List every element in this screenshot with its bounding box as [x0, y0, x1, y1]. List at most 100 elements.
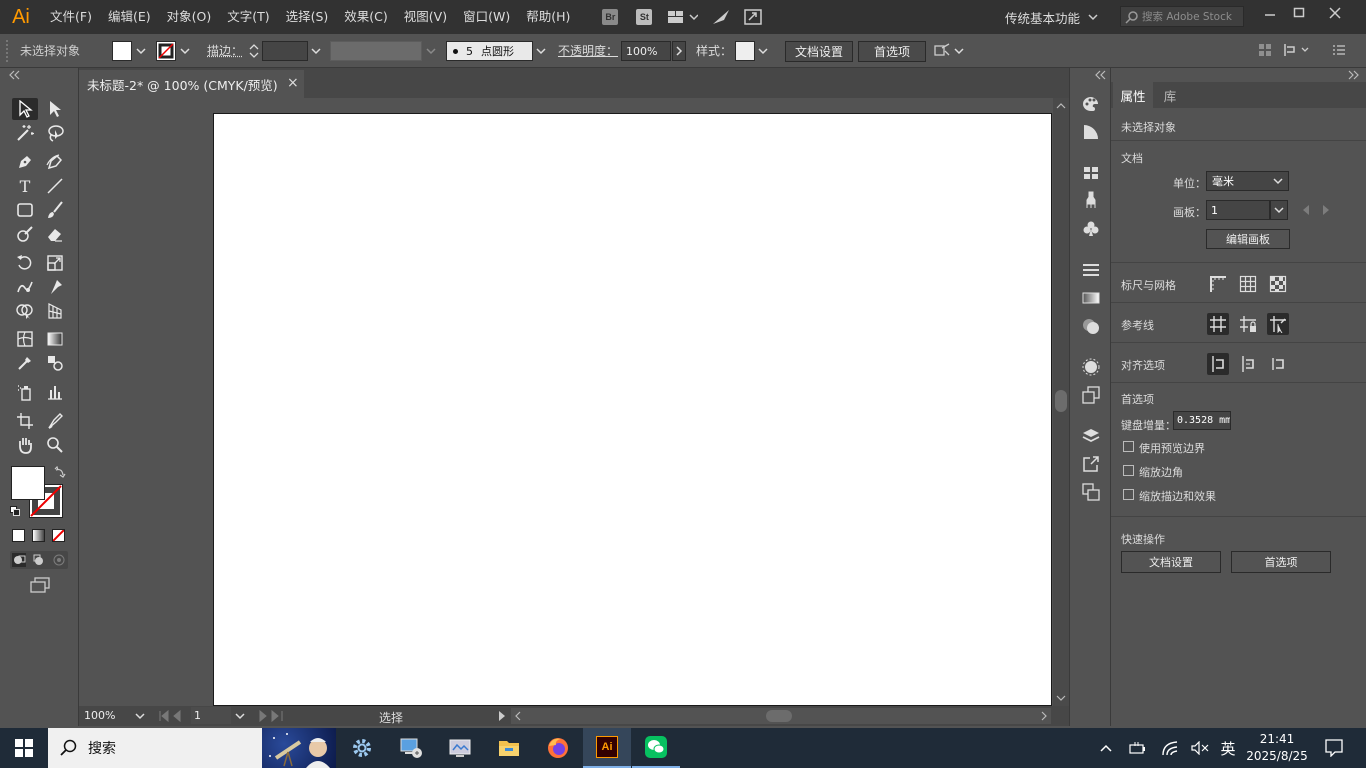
snap-to-pixel-icon[interactable]	[1237, 353, 1259, 375]
menu-file[interactable]: 文件(F)	[42, 0, 100, 34]
none-mode-icon[interactable]	[52, 529, 65, 542]
align-options-icon[interactable]	[1283, 43, 1309, 57]
menu-effect[interactable]: 效果(C)	[336, 0, 395, 34]
control-panel-app-icon[interactable]	[387, 728, 435, 768]
horizontal-scrollbar[interactable]	[511, 708, 1051, 724]
brush-definition[interactable]: 5 点圆形	[446, 41, 533, 61]
zoom-field[interactable]: 100%	[81, 707, 133, 724]
snap-to-point-icon[interactable]	[1207, 353, 1229, 375]
preferences-button[interactable]: 首选项	[858, 41, 926, 62]
stroke-weight-field[interactable]	[262, 41, 308, 61]
paintbrush-tool-icon[interactable]	[42, 199, 68, 221]
color-panel-icon[interactable]	[1081, 94, 1101, 114]
panel-menu-icon[interactable]	[1332, 43, 1346, 57]
lock-guides-icon[interactable]	[1237, 313, 1259, 335]
swatches-panel-icon[interactable]	[1081, 163, 1101, 183]
curvature-tool-icon[interactable]	[42, 151, 68, 173]
menu-edit[interactable]: 编辑(E)	[100, 0, 159, 34]
blend-tool-icon[interactable]	[42, 352, 68, 374]
previous-artboard-icon[interactable]	[1302, 205, 1310, 215]
warp-tool-icon[interactable]	[12, 276, 38, 298]
menu-object[interactable]: 对象(O)	[159, 0, 220, 34]
scale-corners-checkbox[interactable]	[1123, 465, 1134, 476]
taskbar-search-box[interactable]: 搜索	[48, 728, 336, 768]
artboard[interactable]	[213, 113, 1052, 706]
fill-color-front[interactable]	[11, 466, 45, 500]
draw-behind-icon[interactable]	[32, 553, 46, 567]
fill-swatch[interactable]	[112, 41, 132, 61]
pen-tool-icon[interactable]	[12, 151, 38, 173]
menu-view[interactable]: 视图(V)	[396, 0, 455, 34]
stroke-dropdown[interactable]	[178, 41, 192, 61]
wechat-app-icon[interactable]	[632, 728, 680, 768]
artboard-select[interactable]: 1	[1206, 200, 1270, 220]
opacity-label[interactable]: 不透明度：	[558, 42, 618, 59]
transparency-grid-icon[interactable]	[1267, 273, 1289, 295]
rotate-tool-icon[interactable]	[12, 252, 38, 274]
transparency-panel-icon[interactable]	[1081, 316, 1101, 336]
horizontal-scroll-thumb[interactable]	[766, 710, 792, 722]
artboard-number-field[interactable]: 1	[191, 707, 231, 724]
menu-select[interactable]: 选择(S)	[278, 0, 337, 34]
variable-width-dropdown[interactable]	[424, 41, 438, 61]
use-preview-bounds-checkbox[interactable]	[1123, 441, 1134, 452]
color-mode-icon[interactable]	[12, 529, 25, 542]
notifications-icon[interactable]	[1318, 728, 1350, 768]
artboards-panel-icon[interactable]	[1081, 482, 1101, 502]
zoom-tool-icon[interactable]	[42, 434, 68, 456]
input-method-indicator[interactable]: 英	[1216, 728, 1240, 768]
swap-colors-icon[interactable]	[54, 466, 66, 478]
stroke-panel-icon[interactable]	[1081, 260, 1101, 280]
collapse-dock-icon[interactable]	[1094, 70, 1108, 80]
volume-muted-icon[interactable]	[1188, 728, 1212, 768]
appearance-panel-icon[interactable]	[1081, 357, 1101, 377]
document-setup-button[interactable]: 文档设置	[785, 41, 853, 62]
stroke-weight-stepper[interactable]	[248, 41, 260, 61]
graphic-styles-icon[interactable]	[1081, 385, 1101, 405]
arrange-icon[interactable]	[934, 42, 968, 60]
file-explorer-app-icon[interactable]	[485, 728, 533, 768]
brush-dropdown[interactable]	[534, 41, 548, 61]
grid-toggle-icon[interactable]	[1237, 273, 1259, 295]
draw-inside-icon[interactable]	[52, 553, 66, 567]
menu-window[interactable]: 窗口(W)	[455, 0, 518, 34]
collapse-toolbar-icon[interactable]	[8, 70, 22, 80]
column-graph-tool-icon[interactable]	[42, 381, 68, 403]
type-tool-icon[interactable]: T	[12, 175, 38, 197]
screen-mode-icon[interactable]	[29, 576, 51, 594]
artboard-dropdown[interactable]	[1270, 200, 1288, 220]
scroll-up-icon[interactable]	[1053, 100, 1069, 112]
artboard-tool-icon[interactable]	[12, 410, 38, 432]
arrange-documents-icon[interactable]	[668, 0, 699, 34]
start-button[interactable]	[0, 728, 48, 768]
next-artboard-icon[interactable]	[1322, 205, 1330, 215]
fill-dropdown[interactable]	[134, 41, 148, 61]
units-select[interactable]: 毫米	[1206, 171, 1289, 191]
eraser-tool-icon[interactable]	[42, 223, 68, 245]
keyboard-increment-field[interactable]: 0.3528 mm	[1173, 411, 1231, 430]
stroke-weight-dropdown[interactable]	[309, 41, 323, 61]
opacity-arrow-button[interactable]	[672, 41, 686, 61]
default-colors-icon[interactable]	[10, 506, 20, 516]
bridge-icon[interactable]: Br	[602, 0, 619, 34]
shape-builder-tool-icon[interactable]	[12, 300, 38, 322]
snap-to-glyph-icon[interactable]	[1267, 353, 1289, 375]
remote-desktop-app-icon[interactable]	[436, 728, 484, 768]
quick-document-setup-button[interactable]: 文档设置	[1121, 551, 1221, 573]
hand-tool-icon[interactable]	[12, 434, 38, 456]
mesh-tool-icon[interactable]	[12, 328, 38, 350]
clock[interactable]: 21:41 2025/8/25	[1244, 728, 1310, 768]
grid-icon[interactable]	[1258, 43, 1272, 57]
eyedropper-tool-icon[interactable]	[12, 352, 38, 374]
puppet-warp-tool-icon[interactable]	[42, 276, 68, 298]
artboard-dropdown-icon[interactable]	[234, 707, 246, 725]
shaper-tool-icon[interactable]	[12, 223, 38, 245]
smart-guides-icon[interactable]	[1267, 313, 1289, 335]
scale-tool-icon[interactable]	[42, 252, 68, 274]
illustrator-app-icon[interactable]: Ai	[583, 728, 631, 768]
asset-export-icon[interactable]	[1081, 454, 1101, 474]
control-bar-grip[interactable]	[6, 40, 9, 62]
vertical-scroll-thumb[interactable]	[1055, 390, 1067, 412]
show-guides-icon[interactable]	[1207, 313, 1229, 335]
collapse-panels-icon[interactable]	[1346, 70, 1360, 80]
